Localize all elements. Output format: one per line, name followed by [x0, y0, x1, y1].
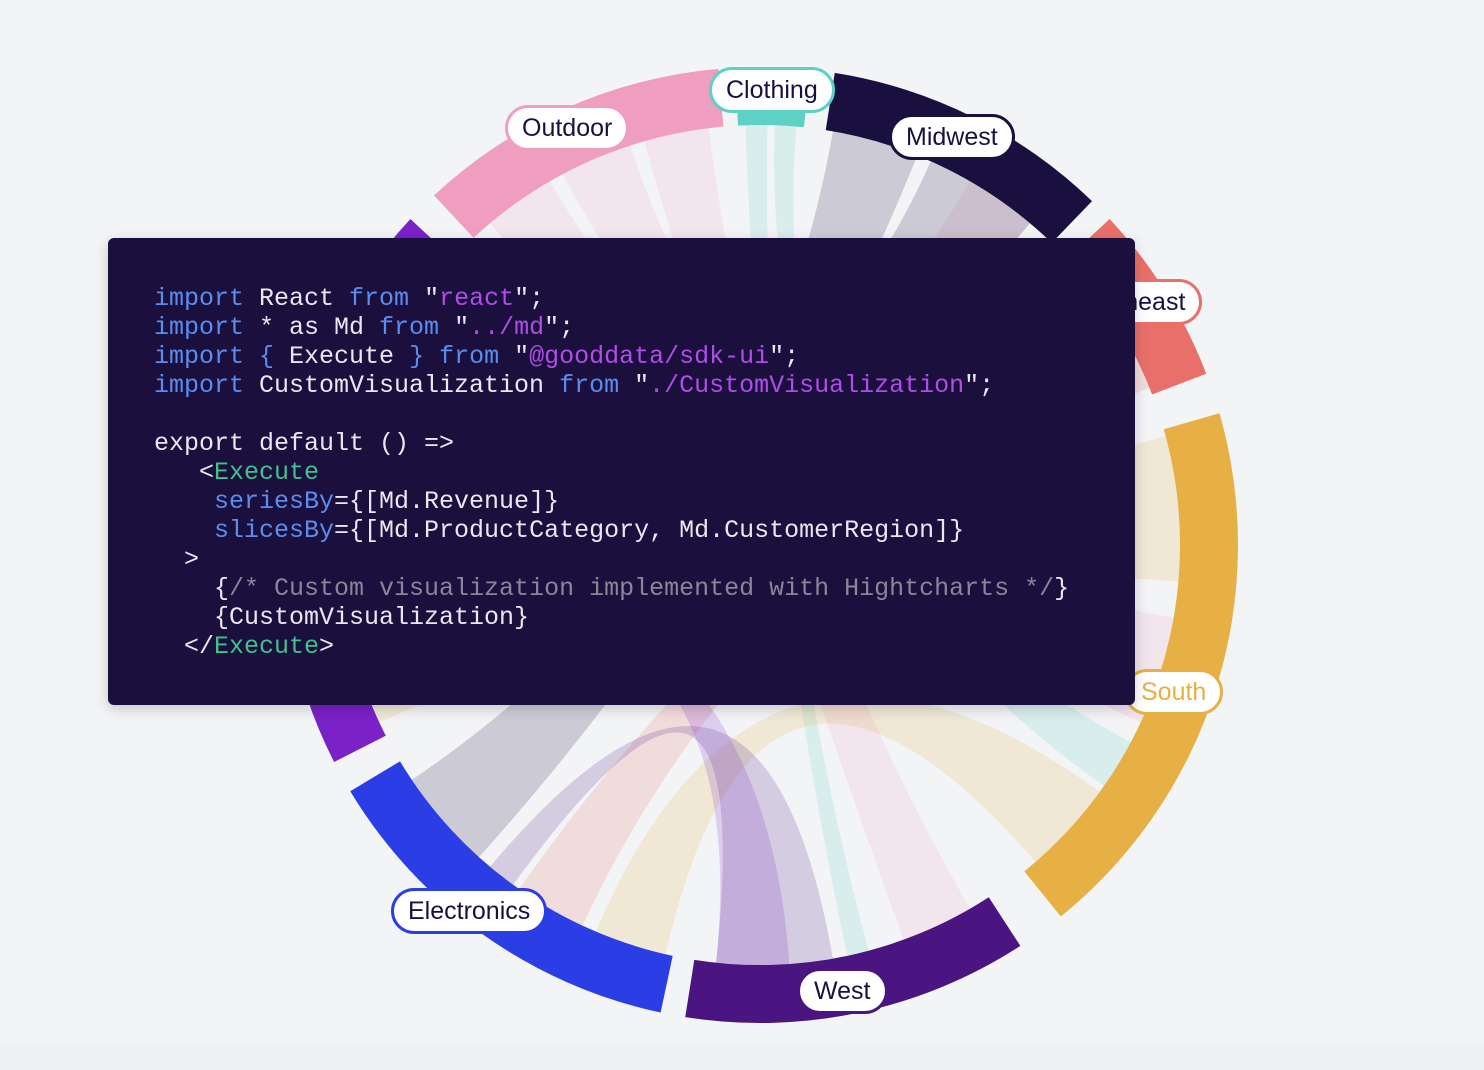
code-token: import: [154, 371, 245, 400]
code-token: import: [154, 284, 245, 313]
node-label-electronics: Electronics: [391, 888, 548, 934]
code-token: }: [1054, 574, 1070, 603]
code-token: Execute: [214, 458, 320, 487]
label-text: Midwest: [906, 123, 998, 151]
label-text: Clothing: [726, 76, 818, 104]
code-token: >: [154, 545, 200, 574]
node-label-west: West: [797, 968, 888, 1014]
code-token: ": [439, 313, 470, 342]
code-token: react: [439, 284, 515, 313]
code-token: </: [154, 632, 215, 661]
code-block: import React from "react"; import * as Md…: [154, 284, 1069, 661]
code-token: slicesBy: [154, 516, 335, 545]
page-bottom-strip: [0, 1045, 1484, 1070]
node-label-clothing: Clothing: [709, 67, 835, 113]
code-token: Execute: [214, 632, 320, 661]
code-token: {CustomVisualization}: [154, 603, 530, 632]
code-token: ": [619, 371, 650, 400]
code-token: React: [244, 284, 350, 313]
code-line: import * as Md from "../md";: [154, 313, 1069, 342]
code-token: CustomVisualization: [244, 371, 560, 400]
label-text: Electronics: [408, 897, 531, 925]
node-label-midwest: Midwest: [889, 114, 1015, 160]
code-token: import: [154, 342, 245, 371]
code-token: Execute: [274, 342, 410, 371]
code-token: from: [349, 284, 410, 313]
code-line: import React from "react";: [154, 284, 1069, 313]
code-token: ";: [544, 313, 575, 342]
code-line: import CustomVisualization from "./Custo…: [154, 371, 1069, 400]
code-token: export default () =>: [154, 429, 455, 458]
code-snippet-panel: import React from "react"; import * as Md…: [108, 238, 1135, 705]
code-token: from: [424, 342, 500, 371]
code-line: slicesBy={[Md.ProductCategory, Md.Custom…: [154, 516, 1069, 545]
code-line: seriesBy={[Md.Revenue]}: [154, 487, 1069, 516]
code-token: ./CustomVisualization: [649, 371, 965, 400]
code-token: ={[Md.ProductCategory, Md.CustomerRegion…: [334, 516, 965, 545]
code-token: from: [379, 313, 440, 342]
code-line: >: [154, 545, 1069, 574]
code-line: </Execute>: [154, 632, 1069, 661]
code-token: <: [154, 458, 215, 487]
label-text: South: [1141, 678, 1207, 706]
code-line: <Execute: [154, 458, 1069, 487]
code-token: }: [409, 342, 425, 371]
code-token: ": [499, 342, 530, 371]
code-line: export default () =>: [154, 429, 1069, 458]
label-text: West: [814, 977, 871, 1005]
label-text: Outdoor: [522, 114, 613, 142]
code-token: ";: [514, 284, 545, 313]
code-token: * as Md: [244, 313, 380, 342]
code-token: {: [244, 342, 275, 371]
code-token: import: [154, 313, 245, 342]
code-token: @gooddata/sdk-ui: [529, 342, 770, 371]
code-token: {: [154, 574, 230, 603]
code-token: ";: [964, 371, 995, 400]
node-label-outdoor: Outdoor: [505, 105, 630, 151]
code-token: ={[Md.Revenue]}: [334, 487, 560, 516]
code-token: /* Custom visualization implemented with…: [229, 574, 1055, 603]
code-token: seriesBy: [154, 487, 335, 516]
code-line: {CustomVisualization}: [154, 603, 1069, 632]
code-token: ../md: [469, 313, 545, 342]
code-token: ";: [769, 342, 800, 371]
code-token: ": [409, 284, 440, 313]
node-label-south: South: [1124, 669, 1224, 715]
code-line: {/* Custom visualization implemented wit…: [154, 574, 1069, 603]
code-token: >: [319, 632, 335, 661]
code-line: import { Execute } from "@gooddata/sdk-u…: [154, 342, 1069, 371]
code-token: from: [559, 371, 620, 400]
